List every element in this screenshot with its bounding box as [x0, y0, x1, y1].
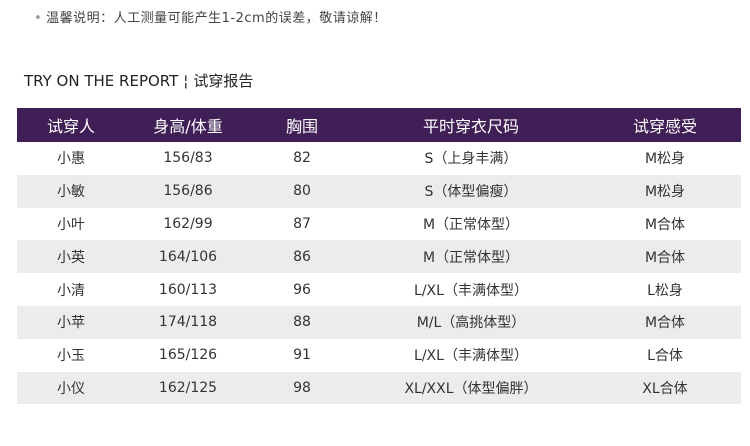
cell-tester: 小敏	[57, 184, 85, 201]
table-row: 小英 164/106 86 M（正常体型） M合体	[17, 240, 741, 274]
cell-bust: 86	[293, 248, 311, 265]
try-on-report-table: 试穿人 身高/体重 胸围 平时穿衣尺码 试穿感受 小惠 156/83 82 S（…	[17, 108, 741, 405]
cell-usual-size: S（上身丰满）	[424, 151, 518, 168]
cell-usual-size: M（正常体型）	[422, 216, 520, 233]
cell-usual-size: L/XL（丰满体型）	[414, 348, 528, 365]
table-row: 小清 160/113 96 L/XL（丰满体型） L松身	[17, 273, 741, 306]
cell-tester: 小苹	[57, 315, 85, 332]
column-header-tester: 试穿人	[46, 117, 95, 136]
cell-fit-feedback: M合体	[644, 249, 686, 266]
cell-tester: 小叶	[57, 216, 85, 233]
cell-fit-feedback: L松身	[647, 282, 683, 299]
cell-tester: 小惠	[57, 151, 85, 168]
cell-fit-feedback: M松身	[644, 184, 686, 201]
column-header-usual-size: 平时穿衣尺码	[422, 117, 519, 136]
cell-height-weight: 162/125	[158, 379, 218, 396]
cell-fit-feedback: M合体	[644, 216, 686, 233]
column-header-fit-feedback: 试穿感受	[632, 117, 697, 136]
cell-usual-size: XL/XXL（体型偏胖）	[404, 380, 538, 397]
table-row: 小叶 162/99 87 M（正常体型） M合体	[17, 208, 741, 241]
table-header: 试穿人 身高/体重 胸围 平时穿衣尺码 试穿感受	[17, 108, 741, 142]
section-heading: TRY ON THE REPORT ¦ 试穿报告	[24, 70, 253, 91]
notice-message: 温馨说明：人工测量可能产生1-2cm的误差，敬请谅解！	[46, 11, 387, 26]
cell-bust: 96	[293, 281, 311, 298]
cell-usual-size: M（正常体型）	[422, 249, 520, 266]
table-row: 小仪 162/125 98 XL/XXL（体型偏胖） XL合体	[17, 371, 741, 405]
table-row: 小敏 156/86 80 S（体型偏瘦） M松身	[17, 174, 741, 208]
cell-height-weight: 174/118	[158, 314, 218, 331]
cell-tester: 小英	[57, 249, 85, 266]
heading-separator: ¦	[183, 72, 189, 90]
cell-height-weight: 156/83	[163, 150, 213, 167]
cell-fit-feedback: M合体	[644, 315, 686, 332]
cell-height-weight: 164/106	[158, 248, 218, 265]
cell-bust: 87	[293, 215, 311, 232]
cell-usual-size: S（体型偏瘦）	[424, 184, 518, 201]
cell-bust: 91	[293, 347, 311, 364]
heading-english: TRY ON THE REPORT	[24, 72, 179, 90]
table-row: 小玉 165/126 91 L/XL（丰满体型） L合体	[17, 339, 741, 372]
column-header-height-weight: 身高/体重	[153, 117, 223, 136]
cell-bust: 80	[293, 183, 311, 200]
cell-height-weight: 160/113	[158, 281, 218, 298]
column-header-bust: 胸围	[285, 117, 318, 136]
table-row: 小惠 156/83 82 S（上身丰满） M松身	[17, 142, 741, 175]
notice-text: • 温馨说明：人工测量可能产生1-2cm的误差，敬请谅解！	[34, 7, 387, 26]
cell-height-weight: 156/86	[163, 183, 213, 200]
cell-fit-feedback: XL合体	[642, 380, 688, 397]
heading-chinese: 试穿报告	[193, 72, 254, 90]
cell-fit-feedback: M松身	[644, 151, 686, 168]
cell-bust: 88	[293, 314, 311, 331]
cell-usual-size: M/L（高挑体型）	[416, 315, 526, 332]
bullet-icon: •	[34, 11, 43, 26]
cell-height-weight: 165/126	[158, 347, 218, 364]
cell-bust: 98	[293, 379, 311, 396]
table-row: 小苹 174/118 88 M/L（高挑体型） M合体	[17, 305, 741, 339]
cell-tester: 小仪	[57, 380, 85, 397]
cell-fit-feedback: L合体	[647, 348, 683, 365]
cell-height-weight: 162/99	[163, 215, 213, 232]
cell-bust: 82	[293, 150, 311, 167]
cell-tester: 小玉	[57, 348, 85, 365]
cell-usual-size: L/XL（丰满体型）	[414, 282, 528, 299]
cell-tester: 小清	[57, 282, 85, 299]
